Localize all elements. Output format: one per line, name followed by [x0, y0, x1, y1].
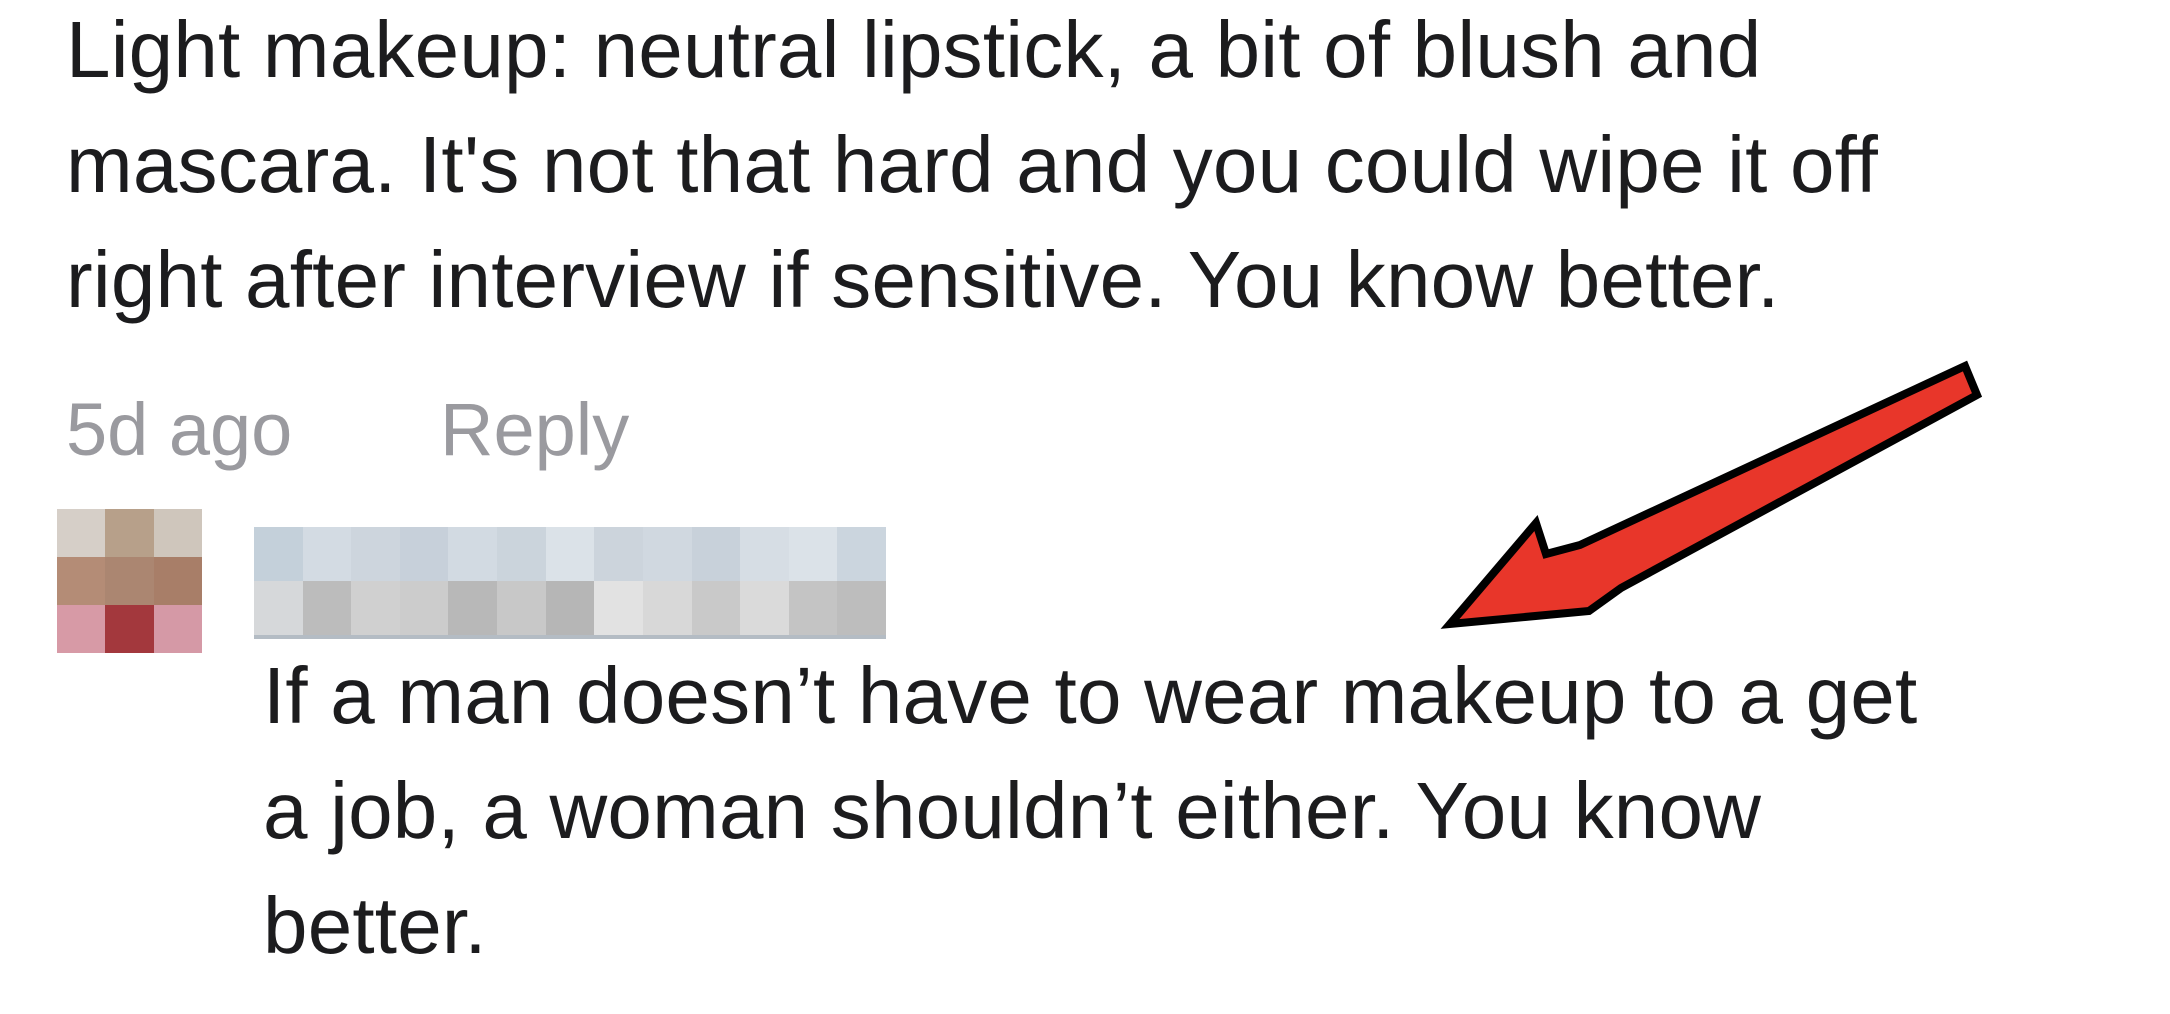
reply-comment-body: If a man doesn’t have to wear makeup to …	[263, 651, 1918, 970]
avatar[interactable]	[57, 509, 202, 653]
reply-button[interactable]: Reply	[440, 380, 629, 480]
blurred-username[interactable]	[254, 527, 886, 639]
comment-timestamp: 5d ago	[66, 388, 293, 471]
comment-body: Light makeup: neutral lipstick, a bit of…	[66, 5, 1879, 324]
red-arrow-icon	[1440, 360, 1983, 629]
